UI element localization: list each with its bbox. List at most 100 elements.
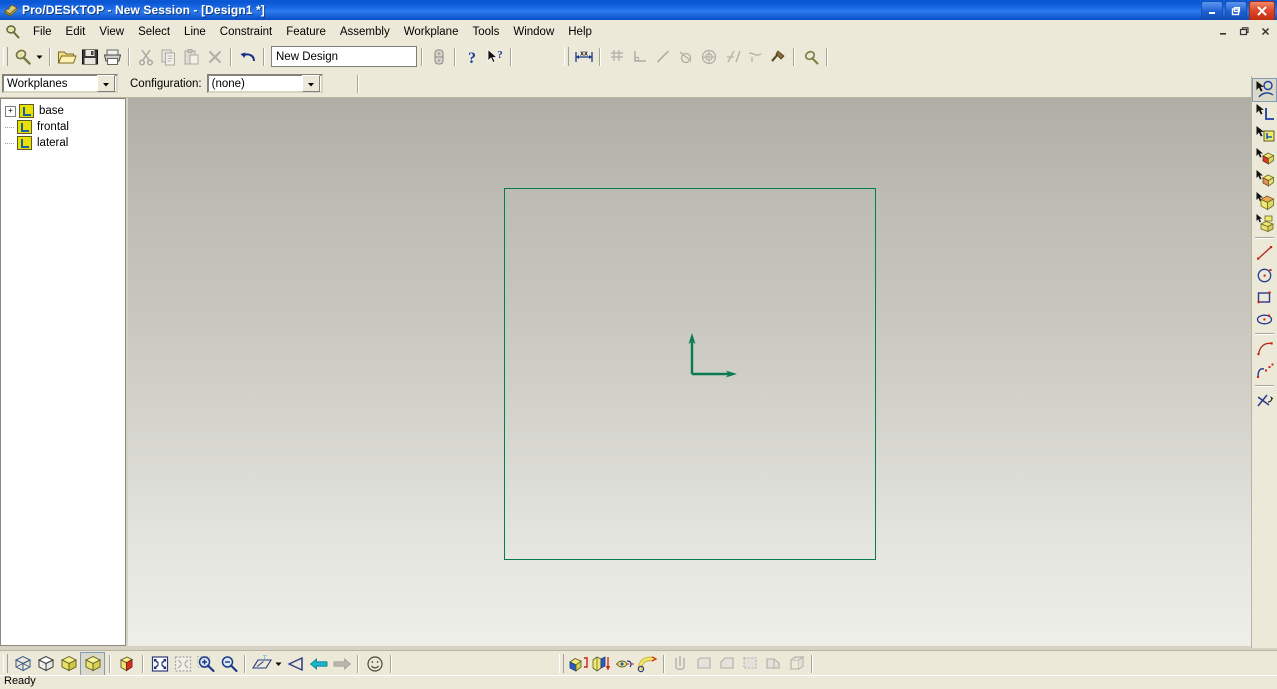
minimize-button[interactable] <box>1201 1 1223 21</box>
draw-circle-button[interactable] <box>1253 264 1276 286</box>
constraint-parallel-button[interactable] <box>651 46 674 68</box>
menu-item-feature[interactable]: Feature <box>279 23 333 41</box>
draw-rectangle-button[interactable] <box>1253 286 1276 308</box>
tree-item-lateral[interactable]: lateral <box>1 135 125 151</box>
menu-item-select[interactable]: Select <box>131 23 177 41</box>
menu-item-assembly[interactable]: Assembly <box>333 23 397 41</box>
view-next-button[interactable] <box>330 653 353 675</box>
document-icon[interactable] <box>4 23 22 41</box>
toolbar-separator <box>1255 237 1274 239</box>
toolbar-separator <box>510 47 512 66</box>
save-button[interactable] <box>78 46 101 68</box>
material-button[interactable] <box>784 653 807 675</box>
chevron-down-icon[interactable] <box>97 75 115 92</box>
constraint-concentric-button[interactable] <box>697 46 720 68</box>
project-button[interactable] <box>590 653 613 675</box>
undo-button[interactable] <box>236 46 259 68</box>
extrude-button[interactable] <box>567 653 590 675</box>
menu-item-edit[interactable]: Edit <box>59 23 93 41</box>
select-tool-dropdown[interactable] <box>34 46 45 68</box>
menu-item-constraint[interactable]: Constraint <box>213 23 279 41</box>
toolbar-grip[interactable] <box>3 654 8 673</box>
round-button[interactable] <box>692 653 715 675</box>
draw-arc-button[interactable] <box>1253 338 1276 360</box>
workplanes-tree-panel[interactable]: + base frontal lateral <box>0 98 126 646</box>
open-button[interactable] <box>55 46 78 68</box>
close-button[interactable] <box>1249 1 1275 21</box>
menu-item-help[interactable]: Help <box>561 23 599 41</box>
chamfer-button[interactable] <box>715 653 738 675</box>
context-help-button[interactable]: ? <box>483 46 506 68</box>
zoom-selection-button[interactable] <box>171 653 194 675</box>
cut-button[interactable] <box>134 46 157 68</box>
select-face-button[interactable] <box>1253 146 1276 168</box>
view-shaded-flat-button[interactable] <box>57 653 80 675</box>
toolbar-grip[interactable] <box>559 654 564 673</box>
toolbar-separator <box>356 74 359 93</box>
view-workplane-dropdown[interactable] <box>273 653 284 675</box>
help-button[interactable]: ? <box>460 46 483 68</box>
shell-button[interactable] <box>669 653 692 675</box>
sweep-button[interactable] <box>636 653 659 675</box>
constraint-fix-button[interactable] <box>766 46 789 68</box>
select-part-button[interactable] <box>1253 190 1276 212</box>
print-button[interactable] <box>101 46 124 68</box>
zoom-fit-button[interactable] <box>148 653 171 675</box>
select-feature-button[interactable] <box>1253 168 1276 190</box>
zoom-in-button[interactable] <box>194 653 217 675</box>
toolbar-grip[interactable] <box>3 47 8 66</box>
browser-button[interactable] <box>427 46 450 68</box>
menu-item-tools[interactable]: Tools <box>465 23 506 41</box>
menu-item-line[interactable]: Line <box>177 23 213 41</box>
constraint-tangent-button[interactable] <box>674 46 697 68</box>
constraint-equal-button[interactable] <box>720 46 743 68</box>
chevron-down-icon[interactable] <box>301 75 320 92</box>
menu-item-workplane[interactable]: Workplane <box>397 23 466 41</box>
select-edges-button[interactable] <box>1252 78 1277 102</box>
view-workplane-button[interactable]: T <box>250 653 273 675</box>
view-previous-button[interactable] <box>307 653 330 675</box>
menu-item-file[interactable]: File <box>26 23 59 41</box>
menu-item-view[interactable]: View <box>92 23 131 41</box>
expander-icon[interactable]: + <box>5 105 16 117</box>
trim-button[interactable] <box>1253 390 1276 412</box>
design-name-field[interactable]: New Design <box>271 46 417 67</box>
configuration-select[interactable]: (none) <box>206 74 323 93</box>
zoom-out-button[interactable] <box>217 653 240 675</box>
paste-button[interactable] <box>180 46 203 68</box>
mdi-restore-button[interactable] <box>1235 23 1253 40</box>
view-shading-button[interactable] <box>363 653 386 675</box>
maximize-button[interactable] <box>1225 1 1247 21</box>
view-rendered-button[interactable] <box>115 653 138 675</box>
view-wireframe-button[interactable] <box>11 653 34 675</box>
tree-item-base[interactable]: + base <box>1 103 125 119</box>
toolbar-separator <box>421 47 423 66</box>
mdi-minimize-button[interactable] <box>1214 23 1232 40</box>
dimension-button[interactable]: xx <box>572 46 595 68</box>
select-assembly-button[interactable] <box>1253 212 1276 234</box>
draft-button[interactable] <box>738 653 761 675</box>
select-lines-button[interactable] <box>1253 102 1276 124</box>
view-hidden-line-button[interactable] <box>34 653 57 675</box>
delete-button[interactable] <box>203 46 226 68</box>
inspect-button[interactable] <box>799 46 822 68</box>
design-viewport[interactable] <box>128 98 1252 646</box>
constraint-coincident-button[interactable] <box>605 46 628 68</box>
workplanes-select[interactable]: Workplanes <box>2 74 118 93</box>
split-button[interactable] <box>761 653 784 675</box>
select-tool-button[interactable] <box>11 46 34 68</box>
copy-button[interactable] <box>157 46 180 68</box>
revolve-button[interactable] <box>613 653 636 675</box>
select-workplane-button[interactable] <box>1253 124 1276 146</box>
constraint-perpendicular-button[interactable] <box>628 46 651 68</box>
draw-ellipse-button[interactable] <box>1253 308 1276 330</box>
toolbar-grip[interactable] <box>564 47 569 66</box>
draw-spline-button[interactable] <box>1253 360 1276 382</box>
mdi-close-button[interactable] <box>1256 23 1274 40</box>
view-shaded-button[interactable] <box>80 651 105 676</box>
tree-item-frontal[interactable]: frontal <box>1 119 125 135</box>
constraint-symmetry-button[interactable] <box>743 46 766 68</box>
menu-item-window[interactable]: Window <box>506 23 561 41</box>
view-camera-button[interactable] <box>284 653 307 675</box>
draw-line-button[interactable] <box>1253 242 1276 264</box>
